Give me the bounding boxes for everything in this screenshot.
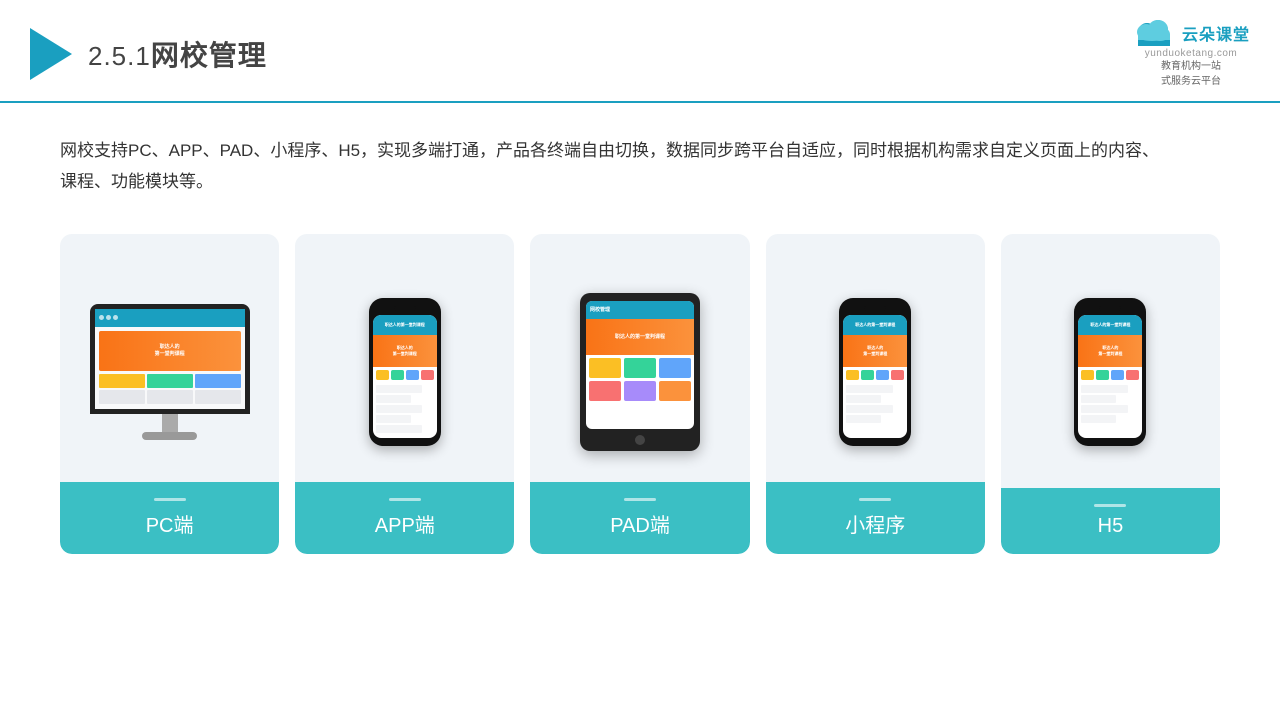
monitor-base xyxy=(142,432,197,440)
card-miniprogram-label: 小程序 xyxy=(766,482,985,554)
phone-notch-mini xyxy=(864,306,886,311)
page-title: 2.5.1网校管理 xyxy=(88,34,267,74)
card-app: 职达人的第一堂判课程 职达人的第一堂判课程 xyxy=(295,234,514,554)
phone-notch xyxy=(394,306,416,311)
h5-phone-mockup: 职达人的第一堂判课程 职达人的第一堂判课程 xyxy=(1074,298,1146,446)
brand-tagline: 教育机构一站式服务云平台 xyxy=(1161,59,1221,89)
brand-url: yunduoketang.com xyxy=(1145,48,1238,59)
app-image-area: 职达人的第一堂判课程 职达人的第一堂判课程 xyxy=(307,262,502,482)
cards-row: 职达人的第一堂判课程 xyxy=(60,234,1220,554)
header: 2.5.1网校管理 云朵课堂 yunduoketang.com 教育机构一站式服… xyxy=(0,0,1280,103)
miniprogram-phone-screen: 职达人的第一堂判课程 职达人的第一堂判课程 xyxy=(843,315,907,438)
content: 网校支持PC、APP、PAD、小程序、H5，实现多端打通，产品各终端自由切换，数… xyxy=(0,103,1280,574)
monitor: 职达人的第一堂判课程 xyxy=(90,304,250,414)
h5-phone-screen: 职达人的第一堂判课程 职达人的第一堂判课程 xyxy=(1078,315,1142,438)
card-pc-label: PC端 xyxy=(60,482,279,554)
brand-cloud: 云朵课堂 xyxy=(1132,18,1250,48)
card-app-label: APP端 xyxy=(295,482,514,554)
card-h5-label: H5 xyxy=(1001,488,1220,554)
phone-notch-h5 xyxy=(1099,306,1121,311)
card-h5: 职达人的第一堂判课程 职达人的第一堂判课程 xyxy=(1001,234,1220,554)
card-miniprogram: 职达人的第一堂判课程 职达人的第一堂判课程 xyxy=(766,234,985,554)
brand-name-text: 云朵课堂 xyxy=(1182,21,1250,45)
app-phone-screen: 职达人的第一堂判课程 职达人的第一堂判课程 xyxy=(373,315,437,438)
description-text: 网校支持PC、APP、PAD、小程序、H5，实现多端打通，产品各终端自由切换，数… xyxy=(60,135,1160,198)
title-main: 网校管理 xyxy=(151,40,267,71)
pad-screen: 网校管理 职达人的第一堂判课程 xyxy=(586,301,694,429)
pad-home-btn xyxy=(635,435,645,445)
pc-mockup: 职达人的第一堂判课程 xyxy=(90,304,250,440)
title-prefix: 2.5.1 xyxy=(88,41,151,71)
pad-image-area: 网校管理 职达人的第一堂判课程 xyxy=(542,262,737,482)
h5-image-area: 职达人的第一堂判课程 职达人的第一堂判课程 xyxy=(1013,262,1208,482)
card-pad-label: PAD端 xyxy=(530,482,749,554)
header-left: 2.5.1网校管理 xyxy=(30,28,267,80)
miniprogram-phone-mockup: 职达人的第一堂判课程 职达人的第一堂判课程 xyxy=(839,298,911,446)
miniprogram-image-area: 职达人的第一堂判课程 职达人的第一堂判课程 xyxy=(778,262,973,482)
card-pc: 职达人的第一堂判课程 xyxy=(60,234,279,554)
card-pad: 网校管理 职达人的第一堂判课程 PAD端 xyxy=(530,234,749,554)
monitor-screen: 职达人的第一堂判课程 xyxy=(95,309,245,409)
logo-triangle-icon xyxy=(30,28,72,80)
pc-image-area: 职达人的第一堂判课程 xyxy=(72,262,267,482)
app-phone-mockup: 职达人的第一堂判课程 职达人的第一堂判课程 xyxy=(369,298,441,446)
pad-mockup: 网校管理 职达人的第一堂判课程 xyxy=(580,293,700,451)
monitor-stand xyxy=(162,414,178,432)
cloud-icon xyxy=(1132,18,1176,48)
brand-logo: 云朵课堂 yunduoketang.com 教育机构一站式服务云平台 xyxy=(1132,18,1250,89)
